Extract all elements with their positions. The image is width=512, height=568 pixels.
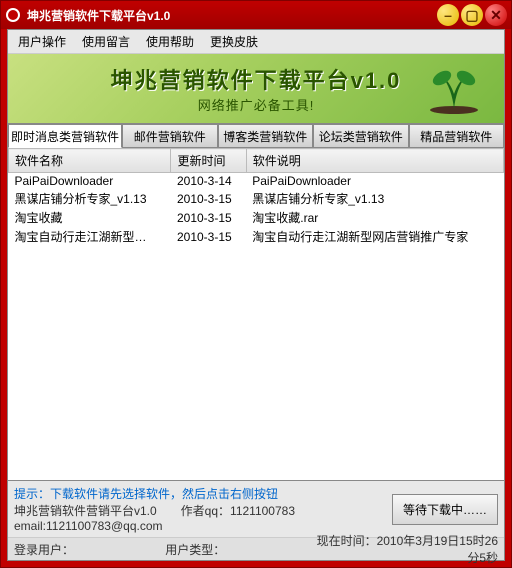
hint-bar: 提示：下载软件请先选择软件，然后点击右侧按钮 坤兆营销软件营销平台v1.0 作者… [8, 481, 504, 538]
table-row[interactable]: 黑谋店铺分析专家_v1.132010-3-15黑谋店铺分析专家_v1.13 [9, 189, 504, 208]
banner-subtitle: 网络推广必备工具! [198, 95, 315, 114]
software-table: 软件名称更新时间软件说明 PaiPaiDownloader2010-3-14Pa… [8, 148, 504, 246]
col-header-0[interactable]: 软件名称 [9, 149, 171, 173]
status-user: 登录用户： [14, 541, 165, 558]
tab-4[interactable]: 精品营销软件 [409, 124, 505, 148]
window-title: 坤兆营销软件下载平台v1.0 [27, 7, 437, 24]
cell: 2010-3-15 [171, 208, 246, 227]
col-header-2[interactable]: 软件说明 [246, 149, 503, 173]
tab-3[interactable]: 论坛类营销软件 [313, 124, 409, 148]
tab-1[interactable]: 邮件营销软件 [122, 124, 218, 148]
client-area: 用户操作使用留言使用帮助更换皮肤 坤兆营销软件下载平台v1.0 网络推广必备工具… [7, 29, 505, 561]
cell: 黑谋店铺分析专家_v1.13 [9, 189, 171, 208]
table-row[interactable]: PaiPaiDownloader2010-3-14PaiPaiDownloade… [9, 173, 504, 190]
app-icon [5, 7, 21, 23]
menu-item-2[interactable]: 使用帮助 [140, 31, 200, 52]
menu-item-3[interactable]: 更换皮肤 [204, 31, 264, 52]
cell: PaiPaiDownloader [9, 173, 171, 190]
banner: 坤兆营销软件下载平台v1.0 网络推广必备工具! [8, 54, 504, 124]
cell: 淘宝收藏 [9, 208, 171, 227]
table-area[interactable]: 软件名称更新时间软件说明 PaiPaiDownloader2010-3-14Pa… [8, 148, 504, 481]
minimize-button[interactable]: – [437, 4, 459, 26]
hint-line3: email:1121100783@qq.com [14, 519, 384, 533]
cell: 2010-3-15 [171, 189, 246, 208]
cell: 2010-3-15 [171, 227, 246, 246]
cell: PaiPaiDownloader [246, 173, 503, 190]
menu-item-0[interactable]: 用户操作 [12, 31, 72, 52]
cell: 淘宝收藏.rar [246, 208, 503, 227]
hint-line2: 坤兆营销软件营销平台v1.0 作者qq：1121100783 [14, 502, 384, 519]
banner-title: 坤兆营销软件下载平台v1.0 [111, 63, 402, 95]
plant-icon [424, 64, 484, 117]
tab-0[interactable]: 即时消息类营销软件 [8, 124, 122, 148]
cell: 黑谋店铺分析专家_v1.13 [246, 189, 503, 208]
table-row[interactable]: 淘宝自动行走江湖新型…2010-3-15淘宝自动行走江湖新型网店营销推广专家 [9, 227, 504, 246]
cell: 2010-3-14 [171, 173, 246, 190]
download-button[interactable]: 等待下载中…… [392, 494, 498, 525]
title-bar: 坤兆营销软件下载平台v1.0 – ▢ ✕ [1, 1, 511, 29]
tab-2[interactable]: 博客类营销软件 [218, 124, 314, 148]
maximize-button[interactable]: ▢ [461, 4, 483, 26]
window-buttons: – ▢ ✕ [437, 4, 507, 26]
col-header-1[interactable]: 更新时间 [171, 149, 246, 173]
menu-item-1[interactable]: 使用留言 [76, 31, 136, 52]
status-type: 用户类型： [165, 541, 316, 558]
menu-bar: 用户操作使用留言使用帮助更换皮肤 [8, 30, 504, 54]
close-button[interactable]: ✕ [485, 4, 507, 26]
status-time: 现在时间：2010年3月19日15时26分5秒 [317, 532, 499, 566]
hint-line1: 提示：下载软件请先选择软件，然后点击右侧按钮 [14, 485, 384, 502]
tab-bar: 即时消息类营销软件邮件营销软件博客类营销软件论坛类营销软件精品营销软件 [8, 124, 504, 148]
table-row[interactable]: 淘宝收藏2010-3-15淘宝收藏.rar [9, 208, 504, 227]
cell: 淘宝自动行走江湖新型网店营销推广专家 [246, 227, 503, 246]
status-bar: 登录用户： 用户类型： 现在时间：2010年3月19日15时26分5秒 [8, 538, 504, 560]
cell: 淘宝自动行走江湖新型… [9, 227, 171, 246]
main-window: 坤兆营销软件下载平台v1.0 – ▢ ✕ 用户操作使用留言使用帮助更换皮肤 坤兆… [0, 0, 512, 568]
